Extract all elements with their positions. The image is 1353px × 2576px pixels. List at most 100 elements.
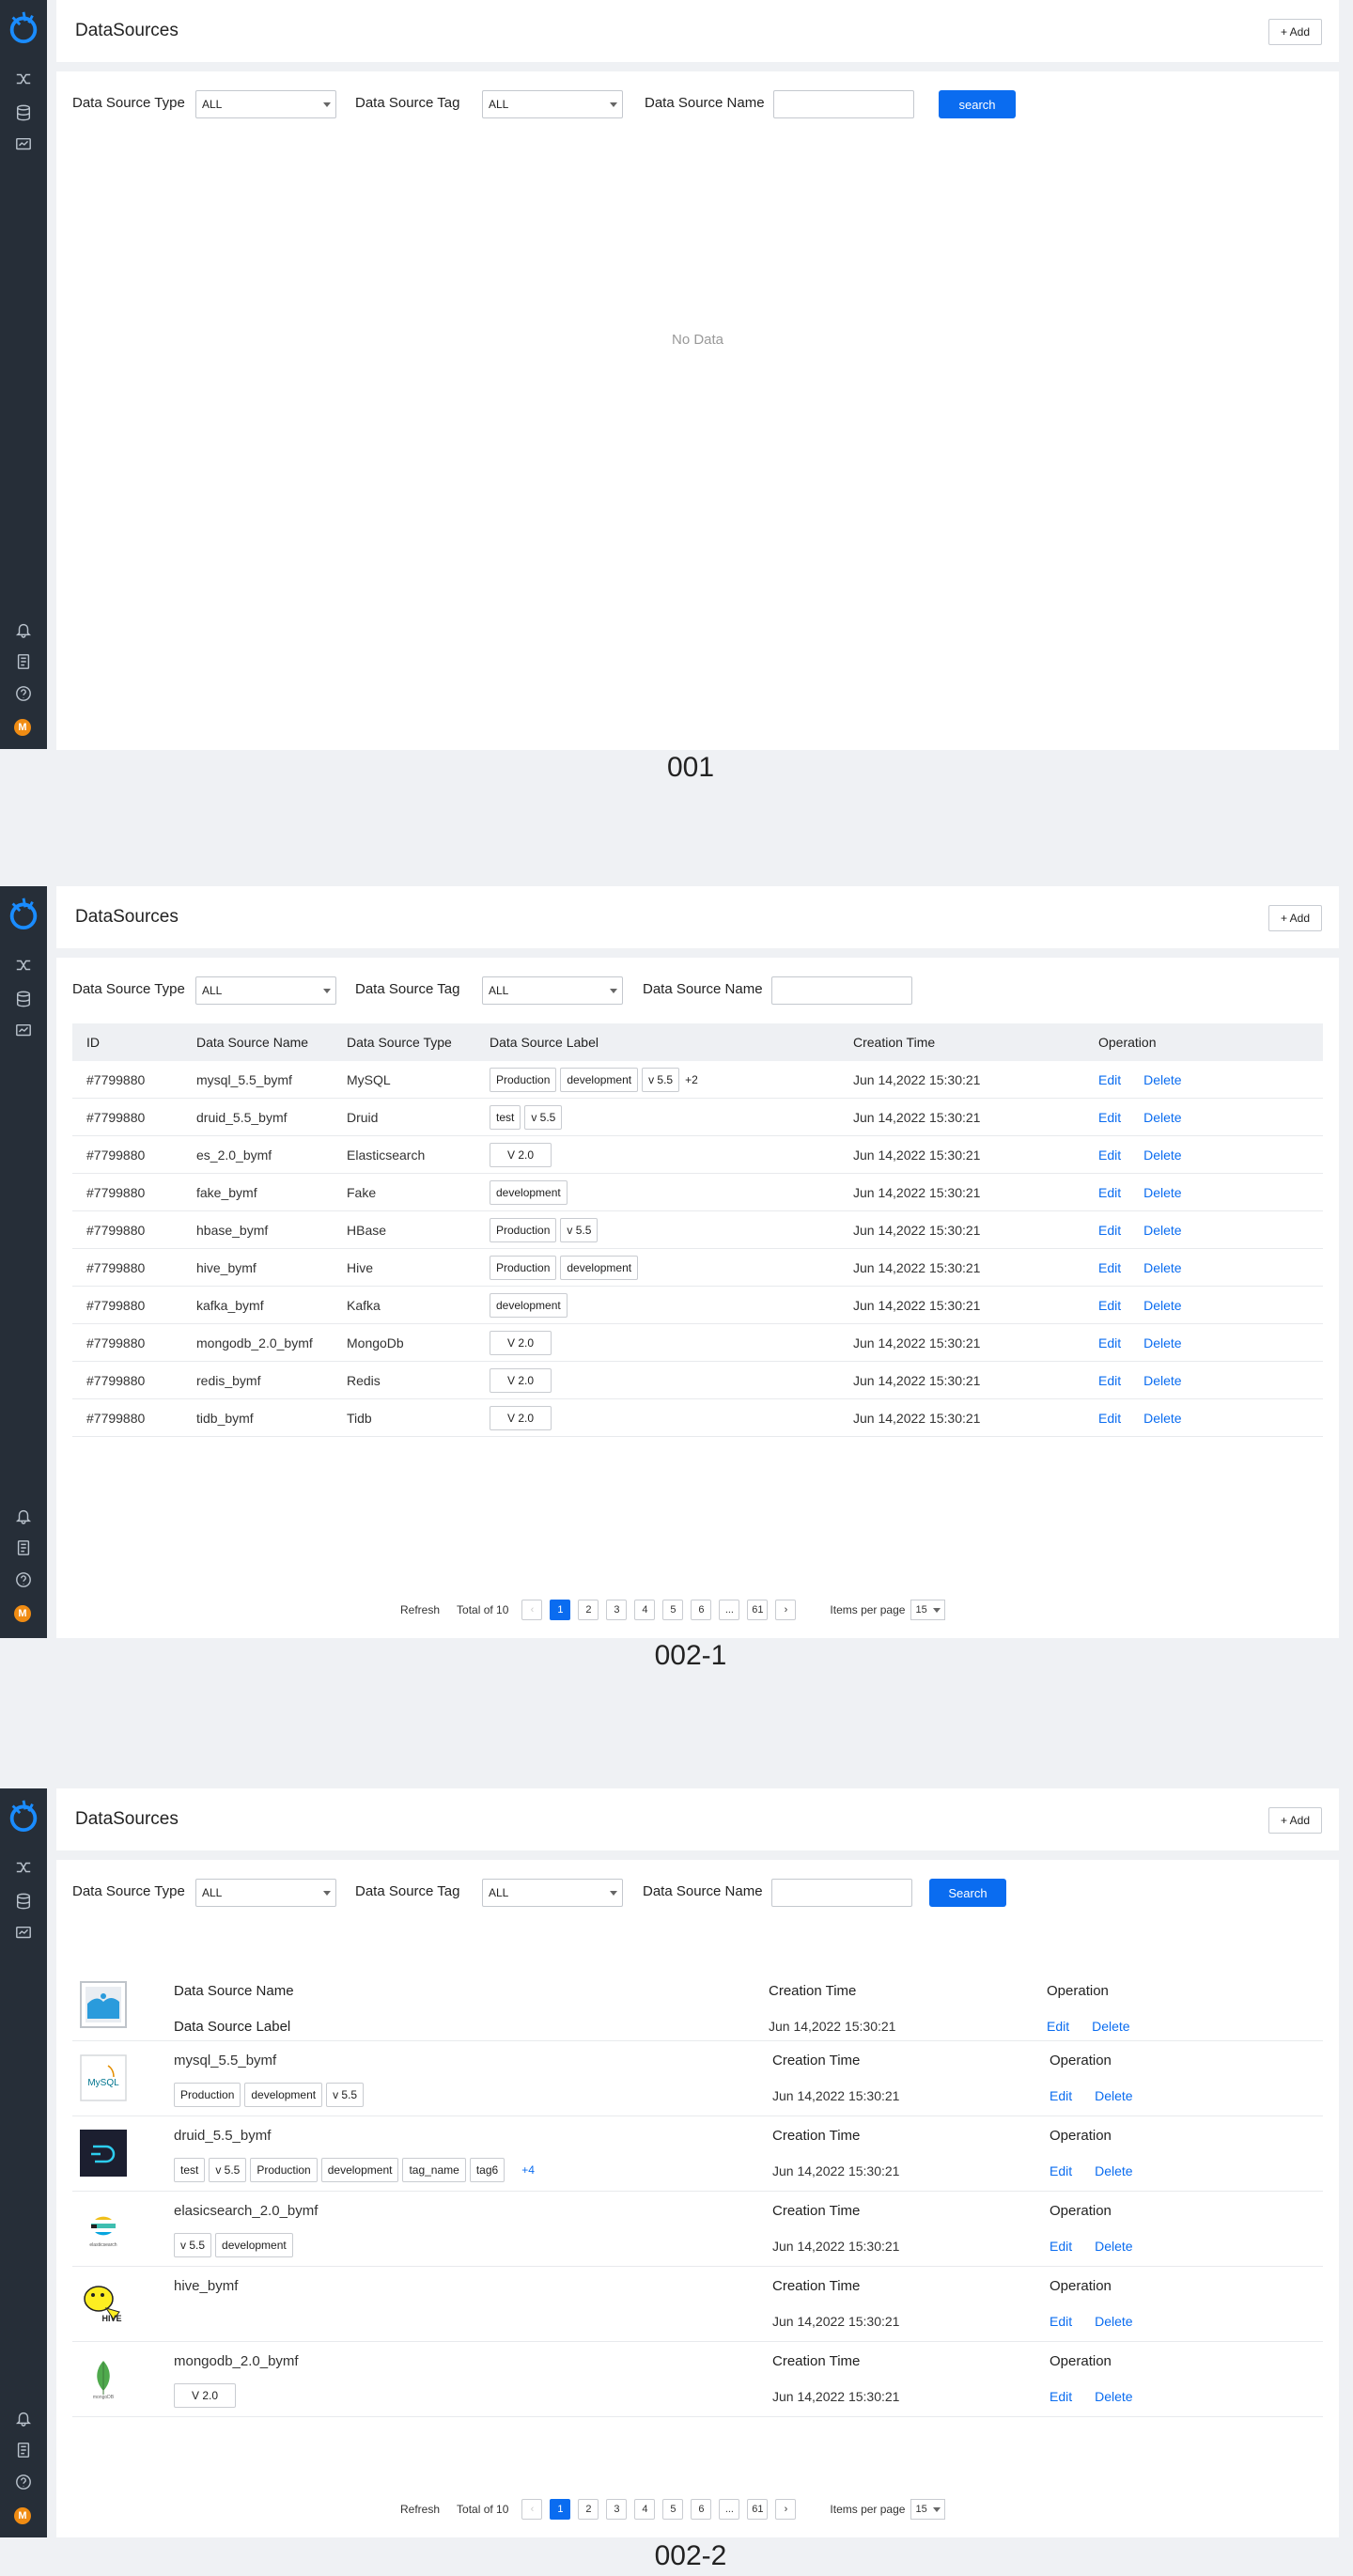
edit-link[interactable]: Edit xyxy=(1050,2389,1072,2404)
delete-link[interactable]: Delete xyxy=(1095,2163,1132,2178)
avatar[interactable]: M xyxy=(14,1605,31,1622)
name-input[interactable] xyxy=(771,976,912,1005)
delete-link[interactable]: Delete xyxy=(1092,2019,1129,2034)
page-button[interactable]: 3 xyxy=(606,2499,628,2520)
help-icon[interactable] xyxy=(14,1570,33,1589)
workflow-icon[interactable] xyxy=(14,70,33,88)
workflow-icon[interactable] xyxy=(14,956,33,975)
edit-link[interactable]: Edit xyxy=(1098,1223,1121,1238)
monitor-icon[interactable] xyxy=(14,1924,33,1943)
page-button[interactable]: 4 xyxy=(634,2499,656,2520)
edit-link[interactable]: Edit xyxy=(1098,1335,1121,1350)
monitor-icon[interactable] xyxy=(14,1022,33,1040)
app-logo-icon[interactable] xyxy=(6,8,41,45)
tag-select[interactable]: ALL xyxy=(482,90,623,118)
add-button[interactable]: + Add xyxy=(1267,905,1322,931)
edit-link[interactable]: Edit xyxy=(1050,2239,1072,2254)
type-select[interactable]: ALL xyxy=(195,1879,336,1907)
page-button[interactable]: 6 xyxy=(691,1600,712,1620)
page-button[interactable]: 1 xyxy=(550,1600,571,1620)
page-button[interactable]: 61 xyxy=(747,2499,769,2520)
avatar[interactable]: M xyxy=(14,2507,31,2524)
document-icon[interactable] xyxy=(14,2441,33,2459)
document-icon[interactable] xyxy=(14,652,33,671)
delete-link[interactable]: Delete xyxy=(1095,2088,1132,2103)
avatar[interactable]: M xyxy=(14,719,31,736)
refresh-link[interactable]: Refresh xyxy=(400,1603,440,1616)
page-button[interactable]: ... xyxy=(719,2499,740,2520)
items-per-page-select[interactable]: 15 xyxy=(910,2499,945,2520)
edit-link[interactable]: Edit xyxy=(1050,2163,1072,2178)
delete-link[interactable]: Delete xyxy=(1143,1110,1181,1125)
page-button[interactable]: 2 xyxy=(578,2499,599,2520)
edit-link[interactable]: Edit xyxy=(1050,2314,1072,2329)
next-page-icon[interactable]: › xyxy=(775,2499,797,2520)
delete-link[interactable]: Delete xyxy=(1143,1185,1181,1200)
edit-link[interactable]: Edit xyxy=(1098,1185,1121,1200)
type-select[interactable]: ALL xyxy=(195,976,336,1005)
delete-link[interactable]: Delete xyxy=(1095,2314,1132,2329)
add-button[interactable]: + Add xyxy=(1267,19,1322,45)
delete-link[interactable]: Delete xyxy=(1143,1223,1181,1238)
delete-link[interactable]: Delete xyxy=(1143,1260,1181,1275)
app-logo-icon[interactable] xyxy=(6,1796,41,1834)
app-logo-icon[interactable] xyxy=(6,894,41,931)
card-name[interactable]: mongodb_2.0_bymf xyxy=(174,2353,299,2369)
page-button[interactable]: 3 xyxy=(606,1600,628,1620)
edit-link[interactable]: Edit xyxy=(1098,1373,1121,1388)
prev-page-icon[interactable]: ‹ xyxy=(521,2499,543,2520)
delete-link[interactable]: Delete xyxy=(1095,2389,1132,2404)
edit-link[interactable]: Edit xyxy=(1098,1147,1121,1163)
delete-link[interactable]: Delete xyxy=(1143,1411,1181,1426)
card-name[interactable]: elasicsearch_2.0_bymf xyxy=(174,2203,318,2219)
tag-select[interactable]: ALL xyxy=(482,1879,623,1907)
search-button[interactable]: search xyxy=(939,90,1016,118)
add-button[interactable]: + Add xyxy=(1267,1807,1322,1834)
help-icon[interactable] xyxy=(14,684,33,703)
help-icon[interactable] xyxy=(14,2473,33,2491)
datasource-icon[interactable] xyxy=(14,990,33,1008)
card-name[interactable]: mysql_5.5_bymf xyxy=(174,2053,276,2069)
page-button[interactable]: 5 xyxy=(662,1600,684,1620)
page-button[interactable]: 5 xyxy=(662,2499,684,2520)
refresh-link[interactable]: Refresh xyxy=(400,2503,440,2516)
bell-icon[interactable] xyxy=(14,620,33,639)
page-button[interactable]: 61 xyxy=(747,1600,769,1620)
page-button[interactable]: 1 xyxy=(550,2499,571,2520)
edit-link[interactable]: Edit xyxy=(1047,2019,1069,2034)
search-button[interactable]: Search xyxy=(929,1879,1006,1907)
more-tags-count[interactable]: +4 xyxy=(521,2163,535,2177)
delete-link[interactable]: Delete xyxy=(1143,1373,1181,1388)
edit-link[interactable]: Edit xyxy=(1098,1110,1121,1125)
tag-select[interactable]: ALL xyxy=(482,976,623,1005)
edit-link[interactable]: Edit xyxy=(1098,1260,1121,1275)
more-tags-count[interactable]: +2 xyxy=(685,1073,698,1086)
next-page-icon[interactable]: › xyxy=(775,1600,797,1620)
edit-link[interactable]: Edit xyxy=(1050,2088,1072,2103)
datasource-icon[interactable] xyxy=(14,1892,33,1911)
page-button[interactable]: 2 xyxy=(578,1600,599,1620)
bell-icon[interactable] xyxy=(14,2409,33,2428)
edit-link[interactable]: Edit xyxy=(1098,1072,1121,1087)
workflow-icon[interactable] xyxy=(14,1858,33,1877)
delete-link[interactable]: Delete xyxy=(1143,1298,1181,1313)
items-per-page-select[interactable]: 15 xyxy=(910,1600,945,1620)
page-button[interactable]: 6 xyxy=(691,2499,712,2520)
type-select[interactable]: ALL xyxy=(195,90,336,118)
delete-link[interactable]: Delete xyxy=(1095,2239,1132,2254)
delete-link[interactable]: Delete xyxy=(1143,1147,1181,1163)
name-input[interactable] xyxy=(773,90,914,118)
bell-icon[interactable] xyxy=(14,1507,33,1525)
document-icon[interactable] xyxy=(14,1538,33,1557)
page-button[interactable]: 4 xyxy=(634,1600,656,1620)
monitor-icon[interactable] xyxy=(14,135,33,154)
delete-link[interactable]: Delete xyxy=(1143,1072,1181,1087)
page-button[interactable]: ... xyxy=(719,1600,740,1620)
delete-link[interactable]: Delete xyxy=(1143,1335,1181,1350)
card-name[interactable]: hive_bymf xyxy=(174,2278,238,2294)
name-input[interactable] xyxy=(771,1879,912,1907)
card-name[interactable]: druid_5.5_bymf xyxy=(174,2128,271,2144)
edit-link[interactable]: Edit xyxy=(1098,1411,1121,1426)
prev-page-icon[interactable]: ‹ xyxy=(521,1600,543,1620)
edit-link[interactable]: Edit xyxy=(1098,1298,1121,1313)
